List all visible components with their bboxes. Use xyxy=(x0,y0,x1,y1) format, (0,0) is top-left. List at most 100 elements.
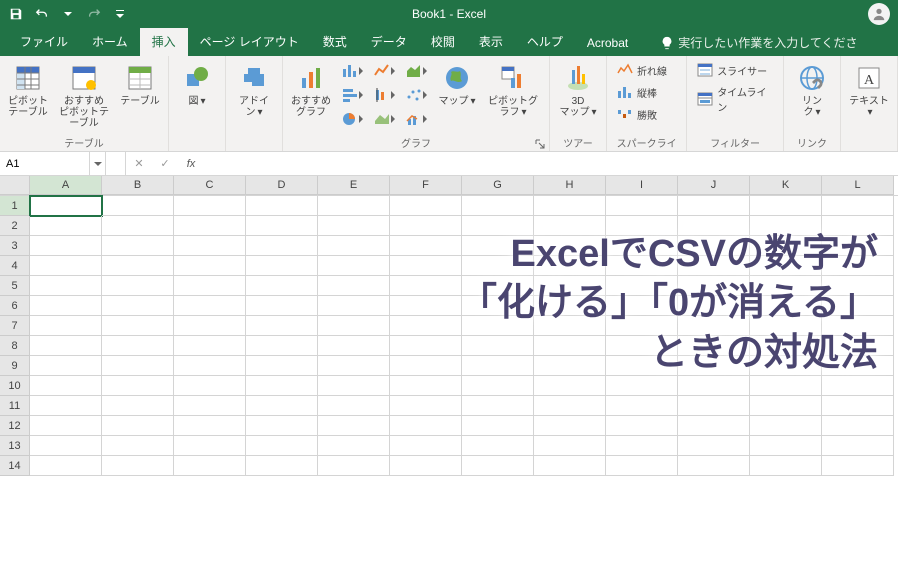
cell[interactable] xyxy=(318,236,390,256)
cell[interactable] xyxy=(390,316,462,336)
cell[interactable] xyxy=(174,456,246,476)
cell[interactable] xyxy=(606,336,678,356)
cell[interactable] xyxy=(102,196,174,216)
pie-chart-button[interactable] xyxy=(337,108,367,130)
cell[interactable] xyxy=(750,396,822,416)
cell[interactable] xyxy=(822,436,894,456)
tab-review[interactable]: 校閲 xyxy=(419,27,467,56)
cell[interactable] xyxy=(174,356,246,376)
cell[interactable] xyxy=(318,396,390,416)
cell[interactable] xyxy=(606,356,678,376)
cell[interactable] xyxy=(462,376,534,396)
cell[interactable] xyxy=(606,236,678,256)
cell[interactable] xyxy=(534,436,606,456)
cell[interactable] xyxy=(606,216,678,236)
cell[interactable] xyxy=(462,336,534,356)
column-header[interactable]: K xyxy=(750,176,822,195)
cell[interactable] xyxy=(678,396,750,416)
surface-chart-button[interactable] xyxy=(369,108,399,130)
tab-page-layout[interactable]: ページ レイアウト xyxy=(188,27,311,56)
tab-home[interactable]: ホーム xyxy=(80,27,140,56)
cell[interactable] xyxy=(534,376,606,396)
column-header[interactable]: L xyxy=(822,176,894,195)
cell[interactable] xyxy=(678,436,750,456)
cell[interactable] xyxy=(750,316,822,336)
cell[interactable] xyxy=(462,356,534,376)
pivot-table-button[interactable]: ピボット テーブル xyxy=(6,60,50,120)
illustrations-button[interactable]: 図▾ xyxy=(175,60,219,109)
row-header[interactable]: 7 xyxy=(0,316,30,336)
cell[interactable] xyxy=(102,216,174,236)
cell[interactable] xyxy=(390,236,462,256)
cell[interactable] xyxy=(30,316,102,336)
cell[interactable] xyxy=(246,276,318,296)
cell[interactable] xyxy=(678,196,750,216)
cell[interactable] xyxy=(750,296,822,316)
cell[interactable] xyxy=(678,296,750,316)
column-header[interactable]: A xyxy=(30,176,102,195)
cell[interactable] xyxy=(678,416,750,436)
cell[interactable] xyxy=(750,356,822,376)
cell[interactable] xyxy=(822,296,894,316)
cell[interactable] xyxy=(390,396,462,416)
cell[interactable] xyxy=(246,356,318,376)
cell[interactable] xyxy=(606,376,678,396)
slicer-button[interactable]: スライサー xyxy=(693,60,777,80)
redo-button[interactable] xyxy=(82,2,106,26)
column-chart-button[interactable] xyxy=(337,60,367,82)
bar-chart-button[interactable] xyxy=(337,84,367,106)
cell[interactable] xyxy=(822,376,894,396)
cell[interactable] xyxy=(246,336,318,356)
cell[interactable] xyxy=(318,256,390,276)
undo-button[interactable] xyxy=(30,2,54,26)
cell[interactable] xyxy=(174,196,246,216)
cell[interactable] xyxy=(606,296,678,316)
cell[interactable] xyxy=(534,196,606,216)
tell-me-search[interactable] xyxy=(652,30,866,56)
cell[interactable] xyxy=(102,376,174,396)
column-header[interactable]: E xyxy=(318,176,390,195)
cell[interactable] xyxy=(462,236,534,256)
cell[interactable] xyxy=(750,416,822,436)
column-header[interactable]: I xyxy=(606,176,678,195)
addins-button[interactable]: アドイ ン▾ xyxy=(232,60,276,120)
cell[interactable] xyxy=(822,236,894,256)
row-header[interactable]: 12 xyxy=(0,416,30,436)
cell[interactable] xyxy=(462,256,534,276)
cell[interactable] xyxy=(390,376,462,396)
qat-customize-button[interactable] xyxy=(108,2,132,26)
cell[interactable] xyxy=(246,196,318,216)
cell[interactable] xyxy=(462,216,534,236)
cell[interactable] xyxy=(678,236,750,256)
timeline-button[interactable]: タイムライン xyxy=(693,82,777,116)
cell[interactable] xyxy=(606,196,678,216)
cell[interactable] xyxy=(534,356,606,376)
cell[interactable] xyxy=(822,256,894,276)
cell[interactable] xyxy=(30,336,102,356)
cell[interactable] xyxy=(318,436,390,456)
cell[interactable] xyxy=(390,256,462,276)
cell[interactable] xyxy=(174,376,246,396)
row-header[interactable]: 4 xyxy=(0,256,30,276)
cell[interactable] xyxy=(102,416,174,436)
recommended-charts-button[interactable]: おすすめ グラフ xyxy=(289,60,333,120)
cell[interactable] xyxy=(462,316,534,336)
cell[interactable] xyxy=(390,416,462,436)
column-header[interactable]: G xyxy=(462,176,534,195)
cell[interactable] xyxy=(30,216,102,236)
row-header[interactable]: 9 xyxy=(0,356,30,376)
cell[interactable] xyxy=(678,216,750,236)
cell[interactable] xyxy=(606,396,678,416)
column-header[interactable]: F xyxy=(390,176,462,195)
sparkline-line-button[interactable]: 折れ線 xyxy=(613,60,671,80)
name-box-input[interactable] xyxy=(6,158,83,170)
cell[interactable] xyxy=(462,276,534,296)
cell[interactable] xyxy=(102,276,174,296)
cell[interactable] xyxy=(30,296,102,316)
row-header[interactable]: 6 xyxy=(0,296,30,316)
cell[interactable] xyxy=(606,276,678,296)
cell[interactable] xyxy=(246,216,318,236)
column-header[interactable]: B xyxy=(102,176,174,195)
cell[interactable] xyxy=(174,396,246,416)
cell[interactable] xyxy=(390,456,462,476)
